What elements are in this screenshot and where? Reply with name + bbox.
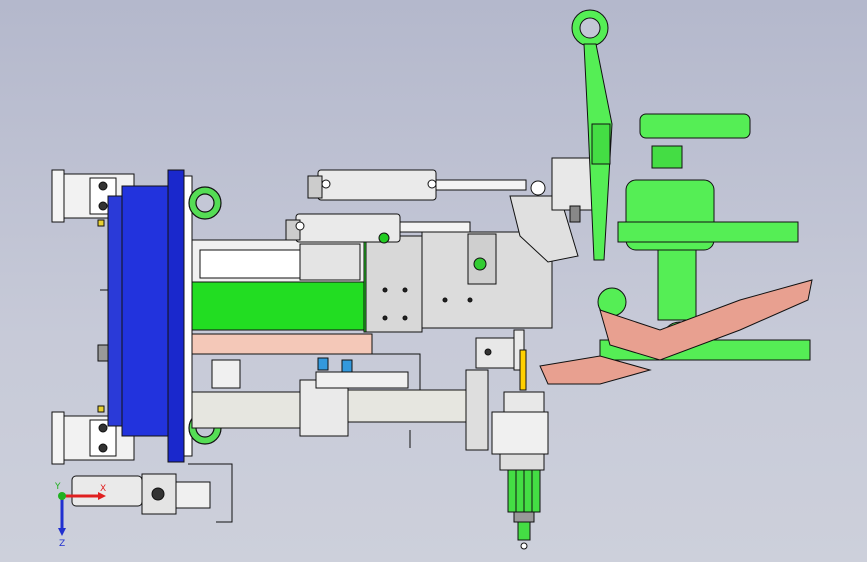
slide-block[interactable]: [365, 231, 553, 333]
triad-y-label: Y: [54, 482, 61, 492]
cad-model[interactable]: X Y Z: [0, 0, 867, 562]
pink-pad: [191, 333, 373, 355]
cad-viewport[interactable]: X Y Z: [0, 0, 867, 562]
lifting-eye-top: [188, 186, 222, 220]
triad-x-label: X: [100, 484, 106, 494]
upper-beam[interactable]: [191, 239, 373, 283]
triad-z-label: Z: [59, 539, 65, 549]
valve-assembly[interactable]: [71, 463, 233, 523]
mount-plate[interactable]: [97, 169, 193, 463]
lower-beam[interactable]: [191, 353, 489, 451]
lower-actuator[interactable]: [491, 391, 549, 550]
